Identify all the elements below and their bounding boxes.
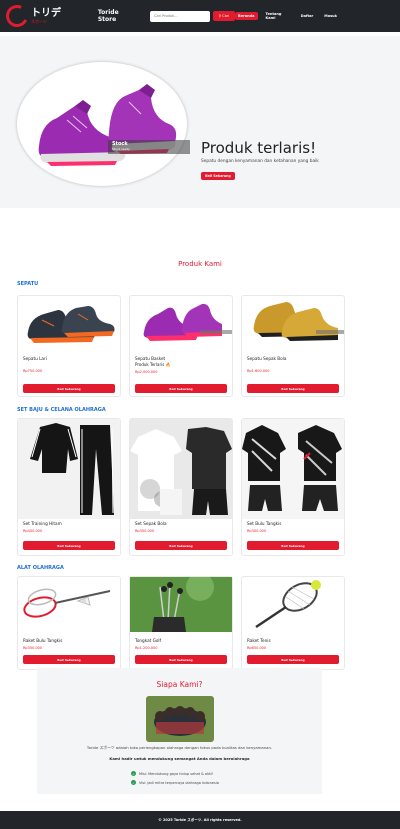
product-image bbox=[18, 419, 120, 519]
hero-section: Stock Stock ready Produk terlaris! Sepat… bbox=[0, 36, 400, 208]
search-input[interactable] bbox=[150, 10, 211, 22]
product-image bbox=[130, 296, 232, 346]
nav-masuk[interactable]: Masuk bbox=[321, 12, 340, 20]
category-title-alat: ALAT OLAHRAGA bbox=[17, 565, 64, 571]
products-heading: Produk Kami bbox=[178, 260, 222, 268]
product-image bbox=[242, 577, 344, 632]
search-button[interactable]: ⚲ Cari bbox=[213, 11, 236, 21]
product-image bbox=[130, 419, 232, 519]
product-name: Set Bulu Tangkis bbox=[247, 521, 282, 526]
about-list-text: Misi: Mendukung gaya hidup sehat & aktif bbox=[139, 771, 213, 776]
hero-title: Produk terlaris! bbox=[201, 139, 317, 157]
product-image bbox=[18, 296, 120, 346]
check-icon: ✓ bbox=[131, 771, 136, 776]
product-card: Sepatu Sepak Bola Rp1.600.000 Beli Sekar… bbox=[241, 295, 345, 397]
product-image bbox=[18, 577, 120, 632]
navbar: トリデ スポーツ Toride Store ⚲ Cari Beranda Ten… bbox=[0, 0, 400, 32]
about-list-item: ✓ Visi: Jadi mitra terpercaya olahraga I… bbox=[131, 778, 219, 787]
product-card: Sepatu Basket Produk Terlaris 🔥 Rp2.000.… bbox=[129, 295, 233, 397]
about-list-item: ✓ Misi: Mendukung gaya hidup sehat & akt… bbox=[131, 769, 219, 778]
buy-button[interactable]: Beli Sekarang bbox=[23, 541, 115, 550]
team-photo bbox=[146, 696, 214, 742]
nav-daftar[interactable]: Daftar bbox=[298, 12, 317, 20]
product-card: Raket Bulu Tangkis Rp350.000 Beli Sekara… bbox=[17, 576, 121, 670]
product-name: Sepatu Lari bbox=[23, 356, 47, 361]
product-card: Set Bulu Tangkis Rp300.000 Beli Sekarang bbox=[241, 418, 345, 556]
about-title: Siapa Kami? bbox=[156, 680, 203, 689]
product-name: Sepatu Sepak Bola bbox=[247, 356, 287, 361]
product-card: Sepatu Lari Rp750.000 Beli Sekarang bbox=[17, 295, 121, 397]
product-image bbox=[242, 419, 344, 519]
logo-ring-icon bbox=[2, 1, 32, 31]
hero-shoe-image bbox=[17, 62, 187, 186]
product-price: Rp650.000 bbox=[247, 646, 267, 650]
nav-links: Beranda Tentang Kami Daftar Masuk bbox=[235, 10, 340, 22]
logo-jp-text: トリデ bbox=[31, 7, 61, 19]
buy-button[interactable]: Beli Sekarang bbox=[135, 384, 227, 393]
buy-button[interactable]: Beli Sekarang bbox=[23, 655, 115, 664]
category-title-sepatu: SEPATU bbox=[17, 281, 39, 287]
footer-copyright: © 2025 Toride スポーツ. All rights reserved. bbox=[158, 817, 242, 822]
product-name: Set Training Hitam bbox=[23, 521, 62, 526]
search-button-label: Cari bbox=[222, 14, 230, 18]
search-form: ⚲ Cari bbox=[150, 10, 236, 22]
footer: © 2025 Toride スポーツ. All rights reserved. bbox=[0, 811, 400, 829]
category-cards-set-baju: Set Training Hitam Rp450.000 Beli Sekara… bbox=[17, 418, 400, 556]
hero-subtitle: Sepatu dengan kenyamanan dan ketahanan y… bbox=[201, 159, 319, 164]
product-card: Tongkat Golf Rp1.200.000 Beli Sekarang bbox=[129, 576, 233, 670]
buy-button[interactable]: Beli Sekarang bbox=[247, 655, 339, 664]
about-description: Toride スポーツ adalah toko perlengkapan ola… bbox=[86, 745, 273, 750]
store-logo[interactable]: トリデ スポーツ bbox=[2, 0, 86, 32]
product-card: Set Training Hitam Rp450.000 Beli Sekara… bbox=[17, 418, 121, 556]
about-list: ✓ Misi: Mendukung gaya hidup sehat & akt… bbox=[131, 769, 219, 787]
product-name: Raket Tenis bbox=[247, 638, 271, 643]
logo-sub-text: スポーツ bbox=[31, 18, 47, 24]
buy-button[interactable]: Beli Sekarang bbox=[23, 384, 115, 393]
product-name: Tongkat Golf bbox=[135, 638, 162, 643]
product-name: Set Sepak Bola bbox=[135, 521, 167, 526]
product-price: Rp1.200.000 bbox=[135, 646, 158, 650]
product-price: Rp1.600.000 bbox=[247, 369, 270, 373]
hero-caption-sub: Stock ready bbox=[112, 147, 130, 151]
product-card: Raket Tenis Rp650.000 Beli Sekarang bbox=[241, 576, 345, 670]
product-image bbox=[242, 296, 344, 346]
product-name: Raket Bulu Tangkis bbox=[23, 638, 63, 643]
hero-buy-button[interactable]: Beli Sekarang bbox=[201, 172, 235, 180]
product-name: Sepatu Basket bbox=[135, 356, 166, 361]
category-cards-alat: Raket Bulu Tangkis Rp350.000 Beli Sekara… bbox=[17, 576, 400, 670]
buy-button[interactable]: Beli Sekarang bbox=[247, 384, 339, 393]
product-price: Rp450.000 bbox=[23, 529, 43, 533]
about-section: Siapa Kami? Toride スポーツ adalah toko perl… bbox=[37, 668, 322, 794]
hero-shoes-illustration bbox=[38, 84, 177, 166]
check-icon: ✓ bbox=[131, 780, 136, 785]
about-list-text: Visi: Jadi mitra terpercaya olahraga Ind… bbox=[139, 780, 219, 785]
nav-beranda[interactable]: Beranda bbox=[235, 12, 258, 20]
product-price: Rp2.000.000 bbox=[135, 370, 158, 374]
about-mission-statement: Kami hadir untuk mendukung semangat Anda… bbox=[109, 756, 250, 761]
buy-button[interactable]: Beli Sekarang bbox=[135, 655, 227, 664]
product-card: Set Sepak Bola Rp350.000 Beli Sekarang bbox=[129, 418, 233, 556]
product-price: Rp350.000 bbox=[135, 529, 155, 533]
search-icon: ⚲ bbox=[218, 14, 222, 18]
hero-image-caption: Stock Stock ready bbox=[108, 140, 190, 154]
buy-button[interactable]: Beli Sekarang bbox=[247, 541, 339, 550]
category-title-set-baju: SET BAJU & CELANA OLAHRAGA bbox=[17, 407, 106, 413]
product-price: Rp350.000 bbox=[23, 646, 43, 650]
store-name[interactable]: Toride Store bbox=[98, 9, 138, 23]
product-price: Rp300.000 bbox=[247, 529, 267, 533]
product-price: Rp750.000 bbox=[23, 369, 43, 373]
buy-button[interactable]: Beli Sekarang bbox=[135, 541, 227, 550]
product-image bbox=[130, 577, 232, 632]
category-cards-sepatu: Sepatu Lari Rp750.000 Beli Sekarang Sepa… bbox=[17, 295, 400, 397]
nav-tentang-kami[interactable]: Tentang Kami bbox=[263, 10, 293, 22]
product-description: Produk Terlaris 🔥 bbox=[135, 362, 171, 367]
